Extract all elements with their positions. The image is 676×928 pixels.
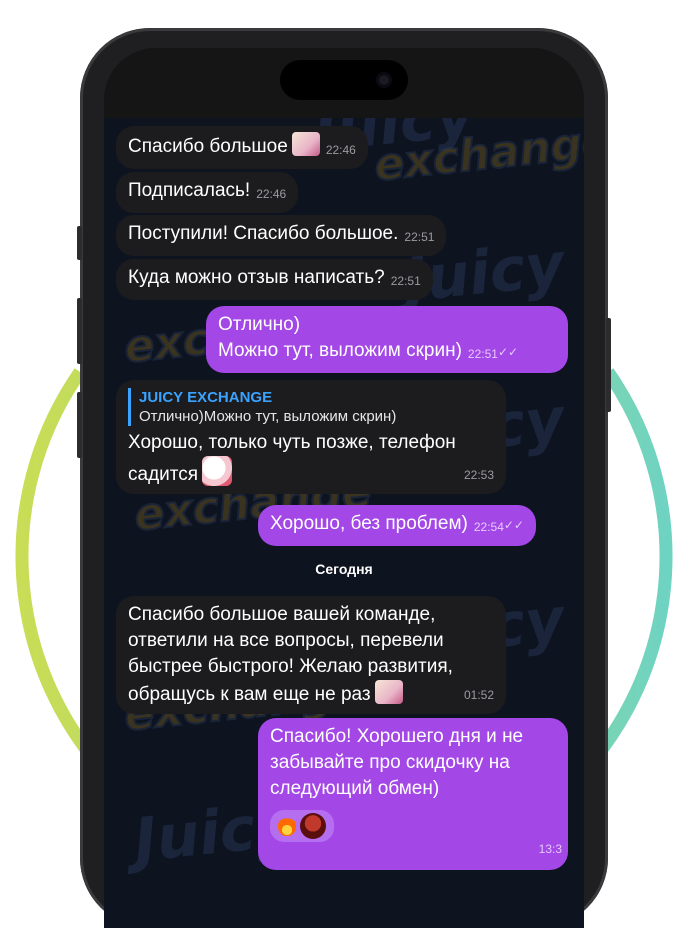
message-incoming[interactable]: Спасибо большое 22:46 [116, 126, 368, 169]
volume-down-button [77, 392, 82, 458]
power-button [606, 318, 611, 412]
message-text: Спасибо большое вашей команде, [128, 604, 436, 625]
cat-sticker-emoji [202, 456, 233, 486]
message-text: Хорошо, только чуть позже, телефон [128, 432, 456, 453]
chat-screen: Juicy exchange Juicy exchange Juicy exch… [104, 48, 584, 928]
message-time: 22:46 [256, 187, 287, 201]
message-incoming[interactable]: Куда можно отзыв написать? 22:51 [116, 259, 433, 300]
message-text: садится [128, 464, 199, 485]
message-time: 01:52 [463, 688, 494, 702]
message-time: 22:53 [463, 468, 494, 482]
message-text: следующий обмен) [270, 778, 440, 799]
read-checkmark-icon: ✓✓ [503, 518, 524, 532]
message-outgoing[interactable]: Хорошо, без проблем) 22:54✓✓ [258, 505, 536, 546]
reactions-bar[interactable] [270, 810, 334, 842]
message-text: Подписалась! [128, 180, 251, 201]
message-text: быстрее быстрого! Желаю развития, [128, 656, 453, 677]
message-time: 22:51 [404, 230, 435, 244]
message-text: Куда можно отзыв написать? [128, 267, 385, 288]
message-outgoing[interactable]: Спасибо! Хорошего дня и не забывайте про… [258, 718, 568, 870]
message-incoming[interactable]: Поступили! Спасибо большое. 22:51 [116, 215, 447, 256]
message-text: ответили на все вопросы, перевели [128, 630, 444, 651]
camera-icon [376, 72, 392, 88]
avatar[interactable] [300, 813, 326, 839]
message-time: 22:51 [390, 274, 421, 288]
volume-up-button [77, 298, 82, 364]
envelope-hearts-emoji [291, 132, 320, 156]
message-text: Отлично) [218, 314, 301, 335]
envelope-hearts-emoji [374, 680, 403, 704]
message-incoming-reply[interactable]: JUICY EXCHANGE Отлично)Можно тут, выложи… [116, 380, 506, 494]
message-text: обращусь к вам еще не раз [128, 684, 371, 705]
message-text: Можно тут, выложим скрин) [218, 340, 462, 361]
fire-icon[interactable] [278, 816, 296, 836]
read-checkmark-icon: ✓✓ [497, 345, 519, 359]
message-text: Спасибо большое [128, 136, 288, 157]
message-text: забывайте про скидочку на [270, 752, 510, 773]
message-time: 22:46 [325, 143, 356, 157]
message-time: 13:3 [538, 842, 562, 856]
message-text: Хорошо, без проблем) [270, 513, 468, 534]
message-text: Поступили! Спасибо большое. [128, 223, 399, 244]
message-text: Спасибо! Хорошего дня и не [270, 726, 524, 747]
reply-text: Отлично)Можно тут, выложим скрин) [139, 408, 397, 425]
message-time: 22:54 [473, 520, 504, 534]
dynamic-island [280, 60, 408, 100]
day-separator: Сегодня [315, 561, 373, 577]
reply-author: JUICY EXCHANGE [139, 389, 273, 406]
reply-quote[interactable]: JUICY EXCHANGE Отлично)Можно тут, выложи… [128, 388, 494, 426]
message-incoming[interactable]: Подписалась! 22:46 [116, 172, 299, 213]
message-time: 22:51 [467, 347, 498, 361]
silent-switch [77, 226, 82, 260]
message-incoming[interactable]: Спасибо большое вашей команде, ответили … [116, 596, 506, 714]
message-outgoing[interactable]: Отлично) Можно тут, выложим скрин) 22:51✓… [206, 306, 568, 373]
status-bar [104, 48, 584, 118]
